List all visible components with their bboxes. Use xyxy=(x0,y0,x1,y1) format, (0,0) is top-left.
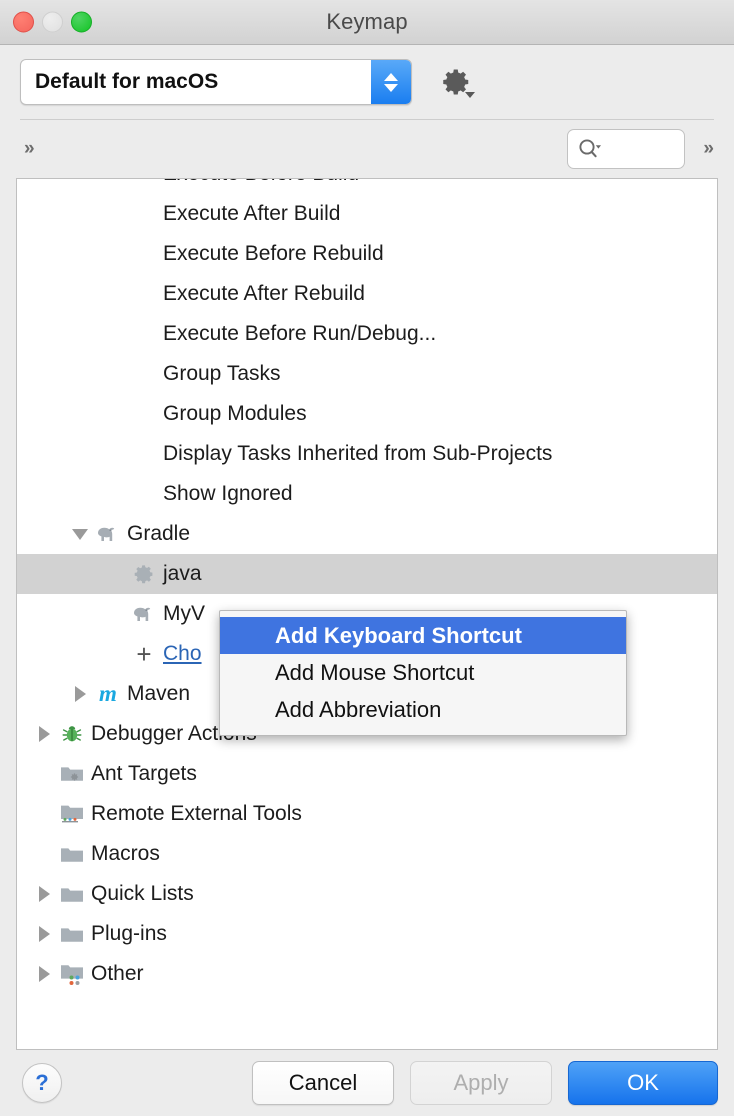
keymap-dropdown-value: Default for macOS xyxy=(21,70,218,94)
title-bar: Keymap xyxy=(0,0,734,45)
expand-right-button[interactable]: » xyxy=(697,134,718,164)
chevron-down-icon[interactable] xyxy=(67,529,93,540)
context-menu-item[interactable]: Add Keyboard Shortcut xyxy=(220,617,626,654)
folder-icon xyxy=(57,844,87,865)
chevron-up-icon xyxy=(384,73,398,81)
tree-row-label: Execute After Rebuild xyxy=(159,282,365,306)
tree-row[interactable]: Execute After Build xyxy=(17,194,717,234)
tree-row-label: Macros xyxy=(87,842,160,866)
window-controls xyxy=(13,12,92,33)
caret-down-icon xyxy=(465,92,475,98)
folder-icon xyxy=(57,884,87,905)
search-icon xyxy=(577,137,603,161)
debugger-bug-icon xyxy=(57,722,87,746)
tree-row[interactable]: Group Tasks xyxy=(17,354,717,394)
dialog-footer: ? Cancel Apply OK xyxy=(0,1050,734,1116)
tree-row[interactable]: Show Ignored xyxy=(17,474,717,514)
keymap-selector-row: Default for macOS xyxy=(0,45,734,119)
maximize-button[interactable] xyxy=(71,12,92,33)
expand-left-button[interactable]: » xyxy=(18,134,39,164)
chevron-right-icon[interactable] xyxy=(67,686,93,702)
tree-row[interactable]: Macros xyxy=(17,834,717,874)
tree-row[interactable]: Gradle xyxy=(17,514,717,554)
tree-row-label: Display Tasks Inherited from Sub-Project… xyxy=(159,442,552,466)
tree-row[interactable]: Execute Before Rebuild xyxy=(17,234,717,274)
chevron-right-icon[interactable] xyxy=(31,926,57,942)
context-menu[interactable]: Add Keyboard ShortcutAdd Mouse ShortcutA… xyxy=(219,610,627,736)
tree-row-label: Ant Targets xyxy=(87,762,197,786)
maven-m-icon: m xyxy=(93,681,123,707)
ant-folder-icon xyxy=(57,764,87,785)
keymap-dialog-window: Keymap Default for macOS » xyxy=(0,0,734,1116)
gradle-elephant-icon xyxy=(93,524,123,544)
tree-row[interactable]: Plug-ins xyxy=(17,914,717,954)
tree-row-label: java xyxy=(159,562,202,586)
minimize-button[interactable] xyxy=(42,12,63,33)
tree-row-label: Execute Before Rebuild xyxy=(159,242,384,266)
tree-row[interactable]: Execute After Rebuild xyxy=(17,274,717,314)
other-folder-icon xyxy=(57,963,87,986)
tree-row-label: Execute Before Build xyxy=(159,178,359,186)
tree-row[interactable]: java xyxy=(17,554,717,594)
keymap-settings-button[interactable] xyxy=(440,65,474,99)
tree-row-label[interactable]: Cho xyxy=(159,642,202,666)
chevron-right-icon[interactable] xyxy=(31,886,57,902)
tree-row[interactable]: Group Modules xyxy=(17,394,717,434)
tree-row[interactable]: Ant Targets xyxy=(17,754,717,794)
keymap-dropdown[interactable]: Default for macOS xyxy=(20,59,412,105)
context-menu-item[interactable]: Add Mouse Shortcut xyxy=(220,654,626,691)
apply-button: Apply xyxy=(410,1061,552,1105)
tree-row[interactable]: Other xyxy=(17,954,717,994)
search-input[interactable] xyxy=(567,129,685,169)
ok-button[interactable]: OK xyxy=(568,1061,718,1105)
tree-row[interactable]: Execute Before Run/Debug... xyxy=(17,314,717,354)
tree-row-label: Other xyxy=(87,962,144,986)
gear-icon xyxy=(129,562,159,586)
folder-icon xyxy=(57,924,87,945)
stepper-arrows-icon[interactable] xyxy=(371,60,411,104)
tree-row[interactable]: Quick Lists xyxy=(17,874,717,914)
tree-row-label: Show Ignored xyxy=(159,482,293,506)
chevron-right-icon[interactable] xyxy=(31,726,57,742)
tree-row[interactable]: Remote External Tools xyxy=(17,794,717,834)
cancel-button[interactable]: Cancel xyxy=(252,1061,394,1105)
actions-tree-rows: Execute Before Build Execute After Build E… xyxy=(17,178,717,994)
context-menu-item[interactable]: Add Abbreviation xyxy=(220,691,626,728)
tree-row[interactable]: Execute Before Build xyxy=(17,178,717,194)
tree-row-label: MyV xyxy=(159,602,205,626)
tree-row-label: Group Tasks xyxy=(159,362,281,386)
remote-tools-folder-icon xyxy=(57,803,87,825)
tree-row[interactable]: Display Tasks Inherited from Sub-Project… xyxy=(17,434,717,474)
plus-icon: + xyxy=(129,641,159,667)
tree-row-label: Execute Before Run/Debug... xyxy=(159,322,436,346)
chevron-right-icon[interactable] xyxy=(31,966,57,982)
tree-row-label: Gradle xyxy=(123,522,190,546)
tree-row-label: Plug-ins xyxy=(87,922,167,946)
tree-row-label: Quick Lists xyxy=(87,882,194,906)
close-button[interactable] xyxy=(13,12,34,33)
gradle-elephant-icon xyxy=(129,604,159,624)
chevron-down-icon xyxy=(384,84,398,92)
window-title: Keymap xyxy=(326,9,407,35)
tree-row-label: Maven xyxy=(123,682,190,706)
tree-row-label: Group Modules xyxy=(159,402,307,426)
filter-toolbar: » » xyxy=(0,120,734,178)
help-button[interactable]: ? xyxy=(22,1063,62,1103)
tree-row-label: Execute After Build xyxy=(159,202,340,226)
tree-row-label: Remote External Tools xyxy=(87,802,302,826)
